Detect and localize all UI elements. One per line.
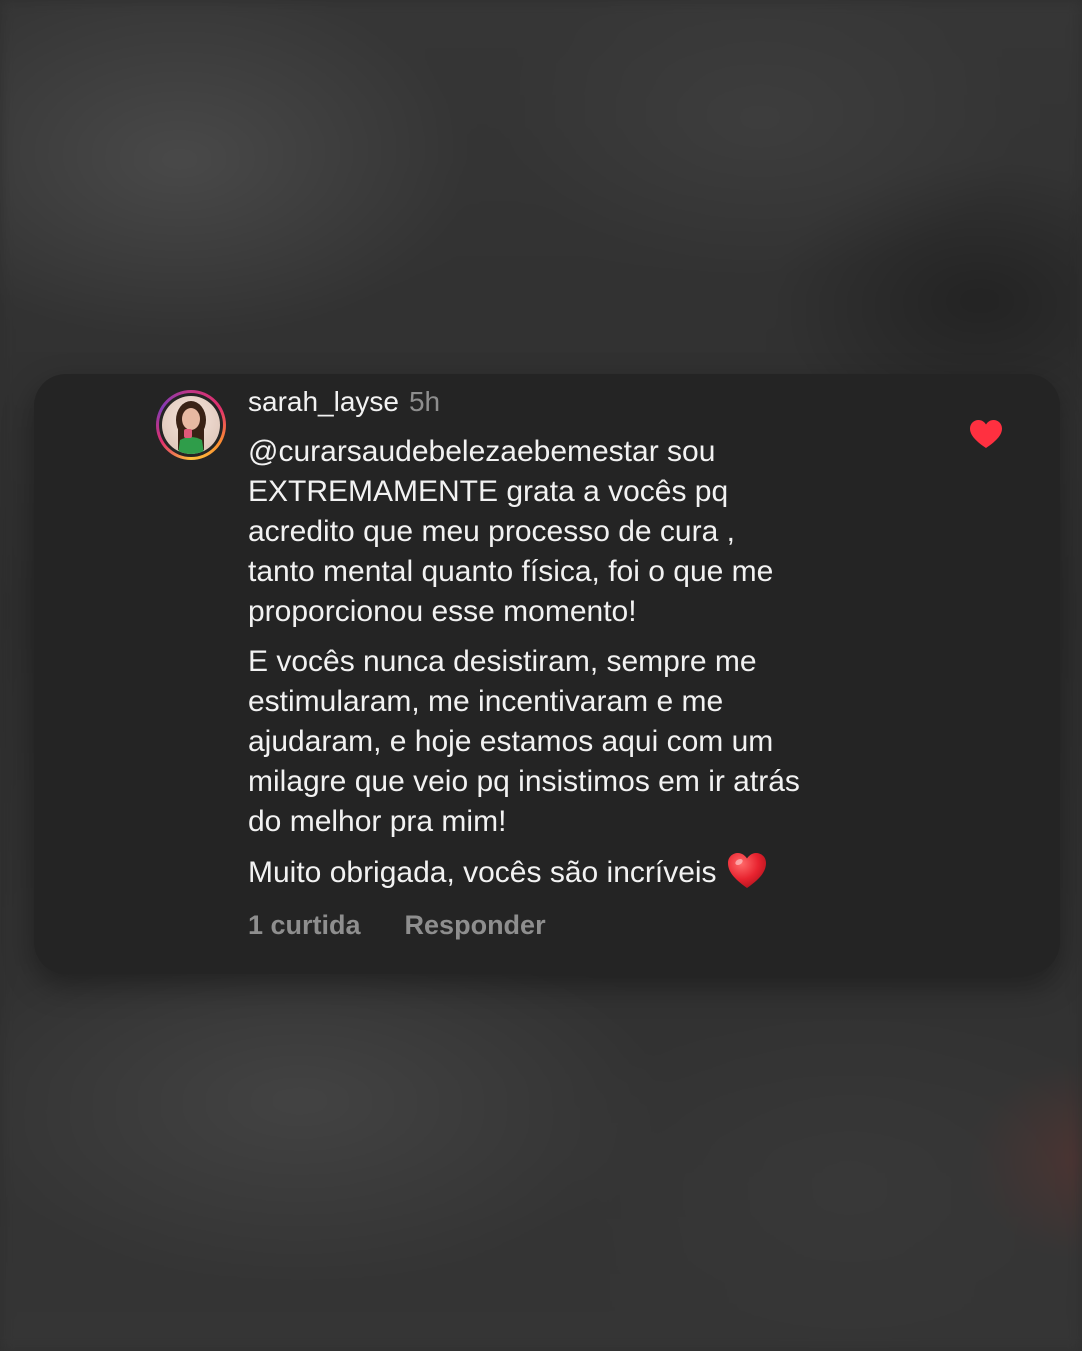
comment-text: @curarsaudebelezaebemestar sou EXTREMAME…	[248, 432, 948, 903]
comment-actions: 1 curtida Responder	[248, 910, 546, 941]
avatar-ring-gap	[159, 393, 223, 457]
comment-paragraph-1: @curarsaudebelezaebemestar sou EXTREMAME…	[248, 435, 774, 628]
likes-count[interactable]: 1 curtida	[248, 910, 361, 941]
avatar[interactable]	[156, 390, 226, 460]
reply-button[interactable]: Responder	[405, 910, 546, 941]
comment-timestamp: 5h	[408, 386, 441, 417]
comment-paragraph-3: Muito obrigada, vocês são incríveis	[248, 852, 948, 893]
comment-paragraph-3-text: Muito obrigada, vocês são incríveis	[248, 856, 717, 889]
avatar-portrait-icon	[176, 401, 206, 454]
like-heart-icon[interactable]	[970, 420, 1002, 450]
red-heart-icon	[727, 852, 767, 890]
comment-paragraph-2: E vocês nunca desistiram, sempre me esti…	[248, 645, 800, 838]
username-link[interactable]: sarah_layse	[248, 386, 399, 418]
avatar-photo	[162, 396, 220, 454]
comment-header: sarah_layse 5h	[248, 386, 440, 426]
